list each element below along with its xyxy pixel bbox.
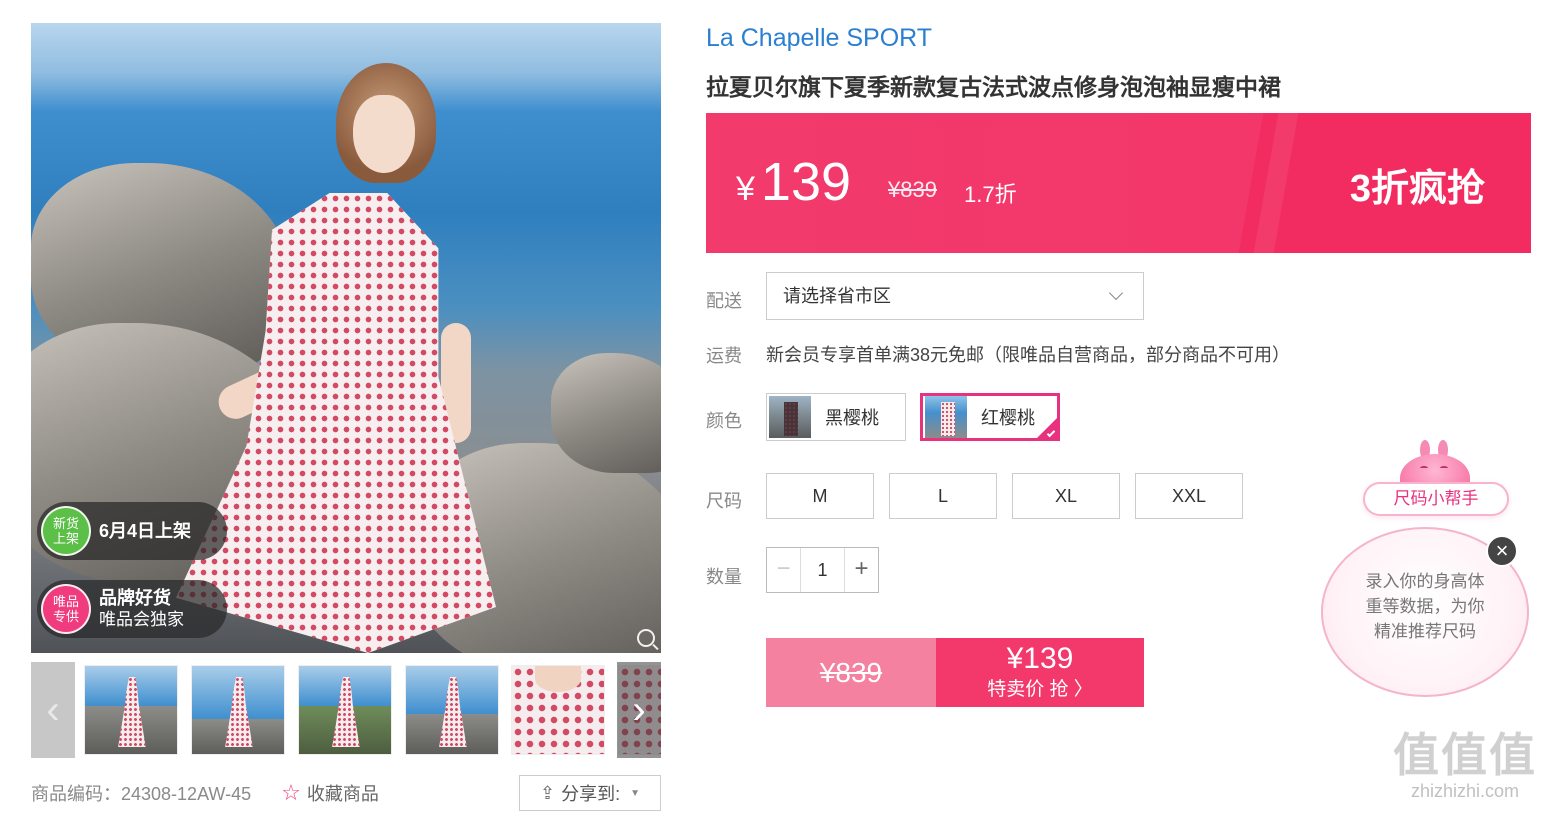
brand-exclusive-badge: 唯品 专供 品牌好货 唯品会独家 xyxy=(37,580,227,638)
quantity-decrease-button[interactable]: − xyxy=(767,548,801,592)
brand-badge-title: 品牌好货 xyxy=(99,588,171,608)
rock-shape xyxy=(551,353,661,473)
color-swatch xyxy=(925,396,967,438)
buy-now-button[interactable]: ¥139 特卖价 抢 〉 xyxy=(936,638,1144,707)
thumbnail[interactable] xyxy=(405,665,499,755)
promo-label: 3折疯抢 xyxy=(1349,168,1485,210)
helper-text-line: 精准推荐尺码 xyxy=(1374,622,1476,641)
chevron-right-icon[interactable]: › xyxy=(617,662,661,758)
helper-text-line: 录入你的身高体 xyxy=(1365,572,1485,591)
buy-now-price: ¥139 xyxy=(1006,642,1074,675)
watermark-logo: 值值值 xyxy=(1393,729,1537,781)
thumbnail[interactable] xyxy=(298,665,392,755)
chevron-left-icon[interactable]: ‹ xyxy=(31,662,75,758)
site-watermark: 值值值 zhizhizhi.com xyxy=(1390,730,1540,810)
mascot-eye xyxy=(1420,466,1428,470)
size-helper-tag[interactable]: 尺码小帮手 xyxy=(1363,482,1509,516)
star-icon: ☆ xyxy=(281,780,301,805)
thumbnail[interactable] xyxy=(191,665,285,755)
thumbnail[interactable] xyxy=(84,665,178,755)
size-option-l[interactable]: L xyxy=(889,473,997,519)
currency-symbol: ¥ xyxy=(736,170,755,208)
badge-circle-text: 新货 xyxy=(52,516,79,531)
color-label: 颜色 xyxy=(706,411,742,431)
size-option-xl[interactable]: XL xyxy=(1012,473,1120,519)
helper-text-line: 重等数据，为你 xyxy=(1365,597,1485,616)
size-label: 尺码 xyxy=(706,491,742,511)
badge-circle-text: 唯品 xyxy=(52,594,79,609)
region-select[interactable]: 请选择省市区 xyxy=(766,272,1144,320)
caret-down-icon: ▼ xyxy=(630,787,640,799)
favorite-button[interactable]: ☆ 收藏商品 xyxy=(281,780,379,806)
color-swatch xyxy=(769,396,811,438)
sale-price-value: 139 xyxy=(760,152,852,212)
zoom-icon[interactable] xyxy=(637,629,655,647)
freight-label: 运费 xyxy=(706,346,742,366)
meta-row: 商品编码：24308-12AW-45 ☆ 收藏商品 ⇪ 分享到: ▼ xyxy=(31,775,661,811)
share-button[interactable]: ⇪ 分享到: ▼ xyxy=(519,775,661,811)
brand-exclusive-circle: 唯品 专供 xyxy=(41,584,91,634)
badge-circle-text: 上架 xyxy=(52,531,79,546)
region-select-value: 请选择省市区 xyxy=(783,286,891,306)
brand-link[interactable]: La Chapelle SPORT xyxy=(706,24,932,53)
size-option-xxl[interactable]: XXL xyxy=(1135,473,1243,519)
original-price: ¥839 xyxy=(888,177,937,202)
watermark-url: zhizhizhi.com xyxy=(1410,781,1520,801)
model-face xyxy=(353,95,415,173)
buy-original-price: ¥839 xyxy=(766,638,936,707)
price-banner: ¥ 139 ¥839 1.7折 3折疯抢 xyxy=(706,113,1531,253)
share-icon: ⇪ xyxy=(539,782,556,803)
chevron-down-icon xyxy=(1108,285,1124,301)
size-option-m[interactable]: M xyxy=(766,473,874,519)
buy-now-label: 特卖价 抢 〉 xyxy=(987,679,1093,700)
quantity-input[interactable]: 1 xyxy=(801,548,844,592)
new-arrival-circle: 新货 上架 xyxy=(41,506,91,556)
sale-price: ¥ 139 xyxy=(736,151,851,213)
brand-badge-subtitle: 唯品会独家 xyxy=(99,610,184,629)
close-icon[interactable]: × xyxy=(1486,535,1518,567)
delivery-label: 配送 xyxy=(706,291,742,311)
new-arrival-badge: 新货 上架 6月4日上架 xyxy=(37,502,227,560)
discount-rate: 1.7折 xyxy=(964,182,1017,207)
color-option-label: 红樱桃 xyxy=(981,408,1035,428)
thumbnail[interactable] xyxy=(511,665,605,755)
color-option-black-cherry[interactable]: 黑樱桃 xyxy=(766,393,906,441)
quantity-increase-button[interactable]: + xyxy=(844,548,878,592)
product-sku: 商品编码：24308-12AW-45 xyxy=(31,784,252,804)
freight-info: 新会员专享首单满38元免邮（限唯品自营商品，部分商品不可用） xyxy=(766,345,1291,365)
color-option-red-cherry[interactable]: 红樱桃 xyxy=(920,393,1060,441)
share-label: 分享到: xyxy=(561,784,621,804)
favorite-label: 收藏商品 xyxy=(306,784,379,804)
quantity-label: 数量 xyxy=(706,567,742,587)
mascot-eye xyxy=(1440,466,1448,470)
product-title: 拉夏贝尔旗下夏季新款复古法式波点修身泡泡袖显瘦中裙 xyxy=(706,74,1281,100)
thumbnail-strip: ‹ › xyxy=(31,662,661,758)
new-arrival-date: 6月4日上架 xyxy=(99,521,192,541)
quantity-stepper: − 1 + xyxy=(766,547,879,593)
color-option-label: 黑樱桃 xyxy=(825,408,879,428)
buy-bar: ¥839 ¥139 特卖价 抢 〉 xyxy=(766,638,1144,707)
badge-circle-text: 专供 xyxy=(52,609,79,624)
